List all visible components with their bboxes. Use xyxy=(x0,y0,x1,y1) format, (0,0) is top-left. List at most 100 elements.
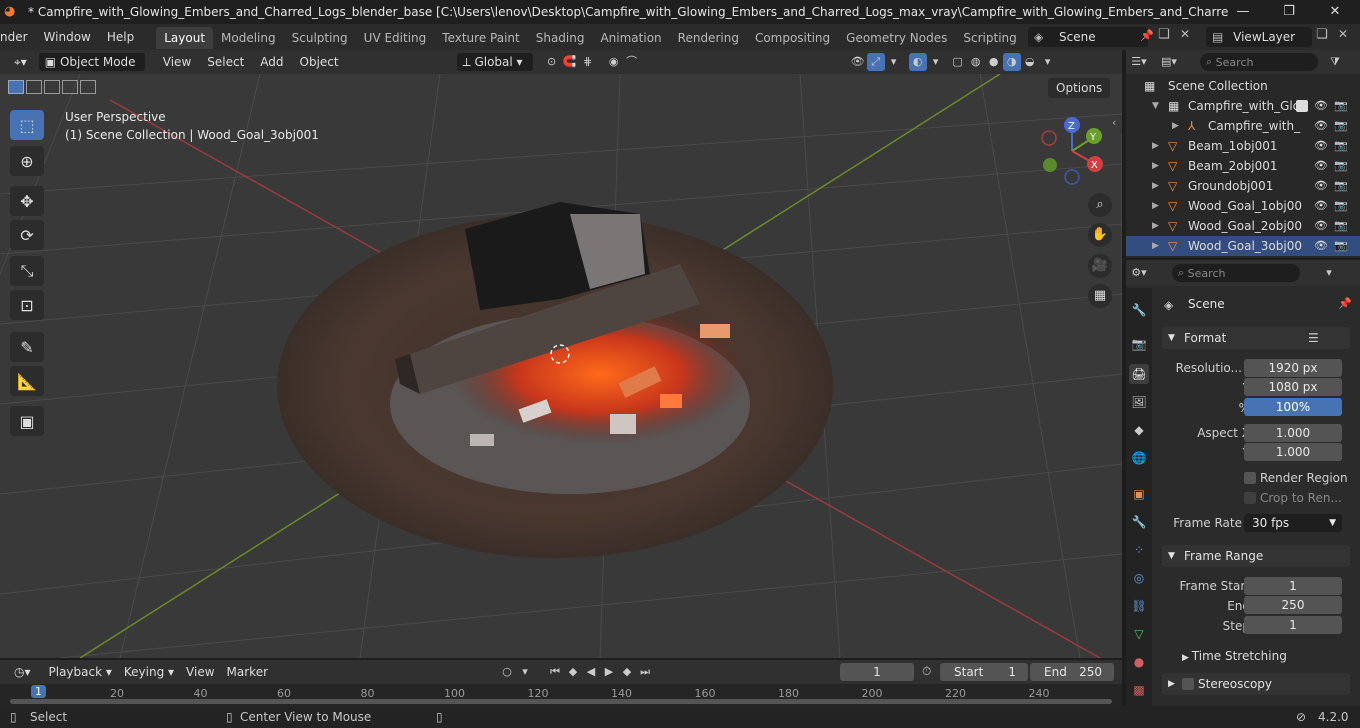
delete-view-layer-icon[interactable]: ✕ xyxy=(1338,27,1348,41)
tab-layout[interactable]: Layout xyxy=(156,27,214,49)
add-menu[interactable]: Add xyxy=(254,53,289,71)
snap-icon[interactable]: 🧲 xyxy=(561,53,579,71)
scale-tool[interactable]: ⤡ xyxy=(10,256,44,286)
tab-uv-editing[interactable]: UV Editing xyxy=(356,27,435,49)
timeline-scrollbar[interactable] xyxy=(10,699,1112,704)
timeline-body[interactable]: 1 20 40 60 80 100 120 140 160 180 200 220 240 xyxy=(0,684,1122,706)
eye-icon[interactable]: 👁 xyxy=(1314,176,1328,196)
pivot-icon[interactable]: ⊙ xyxy=(543,53,561,71)
outliner-search-input[interactable]: ⌕ Search xyxy=(1200,53,1318,71)
timeline-start-field[interactable]: Start 1 xyxy=(940,663,1028,681)
record-icon[interactable]: ○ xyxy=(498,663,516,681)
resolution-percent-field[interactable]: 100% xyxy=(1244,398,1342,416)
annotate-tool[interactable]: ✎ xyxy=(10,332,44,362)
rendered-shading-icon[interactable]: ◒ xyxy=(1021,53,1039,71)
snap-target-icon[interactable]: ⋕ xyxy=(579,53,597,71)
tab-modeling[interactable]: Modeling xyxy=(213,27,284,49)
play-reverse-icon[interactable]: ◀ xyxy=(582,663,600,681)
select-box-tool[interactable]: ⬚ xyxy=(10,110,44,140)
select-new-icon[interactable] xyxy=(8,80,24,94)
outliner-row[interactable]: ▶ ▽ Beam_2obj001 👁 📷 xyxy=(1126,156,1360,176)
modifier-tab-icon[interactable]: 🔧 xyxy=(1129,512,1149,532)
jump-start-icon[interactable]: ⏮ xyxy=(546,663,564,681)
list-icon[interactable]: ☰ xyxy=(1308,327,1319,349)
overlay-dropdown-icon[interactable]: ▾ xyxy=(927,53,945,71)
tool-tab-icon[interactable]: 🔧 xyxy=(1129,300,1149,320)
tab-sculpting[interactable]: Sculpting xyxy=(284,27,356,49)
aspect-y-field[interactable]: 1.000 xyxy=(1244,443,1342,461)
object-tab-icon[interactable]: ▣ xyxy=(1129,484,1149,504)
camera-icon[interactable]: 📷 xyxy=(1334,116,1348,136)
eye-icon[interactable]: 👁 xyxy=(1314,116,1328,136)
jump-end-icon[interactable]: ⏭ xyxy=(636,663,654,681)
add-cube-tool[interactable]: ▣ xyxy=(10,406,44,436)
resolution-x-field[interactable]: 1920 px xyxy=(1244,359,1342,377)
play-icon[interactable]: ▶ xyxy=(600,663,618,681)
shading-dropdown-icon[interactable]: ▾ xyxy=(1039,53,1057,71)
xray-icon[interactable]: ▢ xyxy=(949,53,967,71)
new-scene-icon[interactable]: ❏ xyxy=(1158,27,1170,42)
world-tab-icon[interactable]: 🌐 xyxy=(1129,448,1149,468)
menu-render[interactable]: nder xyxy=(0,24,36,50)
mode-dropdown[interactable]: ▣ Object Mode ▾ xyxy=(38,53,145,87)
data-tab-icon[interactable]: ▽ xyxy=(1129,624,1149,644)
eye-icon[interactable]: 👁 xyxy=(1314,216,1328,236)
scene-selector[interactable]: ◈ Scene xyxy=(1028,27,1148,47)
eye-icon[interactable]: 👁 xyxy=(1314,136,1328,156)
transform-tool[interactable]: ⊡ xyxy=(10,290,44,320)
wireframe-shading-icon[interactable]: ◍ xyxy=(967,53,985,71)
chevron-right-icon[interactable]: ▶ xyxy=(1152,196,1159,216)
outliner-row[interactable]: ▼ ▦ Campfire_with_Glo 👁 📷 xyxy=(1126,96,1360,116)
frame-rate-dropdown[interactable]: 30 fps ▼ xyxy=(1244,514,1342,532)
render-region-checkbox[interactable] xyxy=(1244,472,1256,484)
format-panel-header[interactable]: ▼ Format ☰ xyxy=(1162,327,1350,349)
outliner-row[interactable]: ▶ ▽ Wood_Goal_2obj00 👁 📷 xyxy=(1126,216,1360,236)
solid-shading-icon[interactable]: ● xyxy=(985,53,1003,71)
marker-menu[interactable]: Marker xyxy=(221,663,274,681)
tab-compositing[interactable]: Compositing xyxy=(747,27,838,49)
render-tab-icon[interactable]: 📷 xyxy=(1129,334,1149,354)
collapse-sidebar-icon[interactable]: ‹ xyxy=(1112,116,1116,129)
select-box-mode-icons[interactable] xyxy=(8,80,96,94)
gizmo-toggle-icon[interactable]: ⤢ xyxy=(866,53,885,71)
stopwatch-icon[interactable]: ⏱ xyxy=(922,664,931,679)
eye-icon[interactable]: 👁 xyxy=(1314,196,1328,216)
menu-window[interactable]: Window xyxy=(36,24,99,50)
playback-menu[interactable]: Playback ▾ xyxy=(43,663,118,681)
new-view-layer-icon[interactable]: ❏ xyxy=(1316,27,1328,42)
eye-icon[interactable]: 👁 xyxy=(1314,236,1328,256)
scene-tab-icon[interactable]: ◆ xyxy=(1129,420,1149,440)
view-layer-tab-icon[interactable]: 🖼 xyxy=(1129,392,1149,412)
chevron-right-icon[interactable]: ▶ xyxy=(1152,176,1159,196)
properties-search-input[interactable]: ⌕ Search xyxy=(1172,264,1300,282)
select-extend-icon[interactable] xyxy=(26,80,42,94)
chevron-right-icon[interactable]: ▶ xyxy=(1152,216,1159,236)
next-keyframe-icon[interactable]: ◆ xyxy=(618,663,636,681)
cursor-tool[interactable]: ⊕ xyxy=(10,146,44,176)
prev-keyframe-icon[interactable]: ◆ xyxy=(564,663,582,681)
zoom-button[interactable]: ⌕ xyxy=(1088,193,1112,217)
properties-editor-icon[interactable]: ⚙▾ xyxy=(1130,264,1148,282)
pin-icon[interactable]: 📌 xyxy=(1140,29,1154,42)
tab-rendering[interactable]: Rendering xyxy=(670,27,747,49)
frame-step-field[interactable]: 1 xyxy=(1244,616,1342,634)
menu-help[interactable]: Help xyxy=(99,24,142,50)
camera-icon[interactable]: 📷 xyxy=(1334,196,1348,216)
camera-icon[interactable]: 📷 xyxy=(1334,96,1348,116)
current-frame-marker[interactable]: 1 xyxy=(31,685,46,698)
texture-tab-icon[interactable]: ▩ xyxy=(1129,680,1149,700)
close-button[interactable]: ✕ xyxy=(1312,0,1358,24)
move-tool[interactable]: ✥ xyxy=(10,186,44,216)
material-shading-icon[interactable]: ◑ xyxy=(1002,53,1021,71)
tab-texture-paint[interactable]: Texture Paint xyxy=(434,27,527,49)
constraints-tab-icon[interactable]: ⛓ xyxy=(1129,596,1149,616)
eye-icon[interactable]: 👁 xyxy=(1314,96,1328,116)
maximize-button[interactable]: ❐ xyxy=(1266,0,1312,24)
select-invert-icon[interactable] xyxy=(62,80,78,94)
chevron-right-icon[interactable]: ▶ xyxy=(1152,156,1159,176)
keying-set-icon[interactable]: ▾ xyxy=(516,663,534,681)
stereoscopy-checkbox[interactable] xyxy=(1182,678,1194,690)
measure-tool[interactable]: 📐 xyxy=(10,366,44,396)
delete-scene-icon[interactable]: ✕ xyxy=(1180,27,1190,41)
proportional-edit-icon[interactable]: ◉ xyxy=(605,53,623,71)
